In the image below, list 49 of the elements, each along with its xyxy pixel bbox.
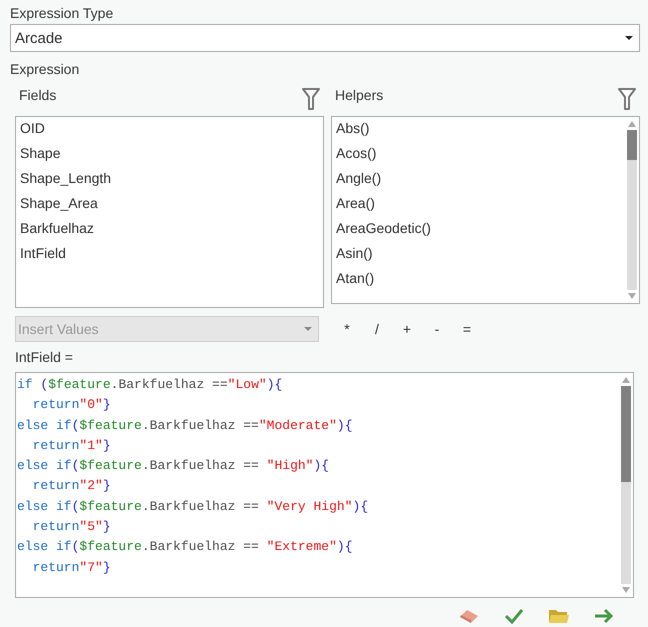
eraser-icon[interactable] [458,608,480,624]
code-line: if ($feature.Barkfuelhaz =="Low"){ [17,376,284,394]
list-item[interactable]: Angle() [336,169,382,188]
filter-icon[interactable] [618,88,636,110]
list-heading: Fields [19,87,56,103]
list-item[interactable]: IntField [20,244,66,263]
scroll-down-icon[interactable] [621,586,631,594]
list-item[interactable]: Atan() [336,269,374,288]
list-item[interactable]: Abs() [336,119,370,138]
list-item[interactable]: Shape [20,144,60,163]
code-line: else if($feature.Barkfuelhaz == "Very High"){ [17,498,368,516]
code-editor[interactable] [15,372,634,598]
list-item[interactable]: OID [20,119,45,138]
list-item[interactable]: Area() [336,194,375,213]
code-line: else if($feature.Barkfuelhaz =="Moderate"){ [17,416,354,435]
operator-button[interactable]: / [364,321,390,337]
arrow-icon[interactable] [594,608,614,624]
operator-button[interactable]: * [334,321,360,337]
list-item[interactable]: Asin() [336,244,373,263]
scroll-down-icon[interactable] [627,292,637,300]
code-line: else if($feature.Barkfuelhaz == "High"){ [17,457,330,476]
operator-button[interactable]: + [394,321,420,337]
section-label: Expression [10,61,80,77]
code-line: return"5"} [32,518,112,536]
code-line: return"1"} [32,436,112,455]
target-label: IntField = [15,349,73,365]
caret-icon [304,327,312,331]
code-line: return"0"} [32,396,112,414]
scrollbar[interactable] [627,130,637,290]
check-icon[interactable] [504,608,524,624]
code-line: return"2"} [32,477,112,496]
caret-icon [625,36,633,40]
scroll-up-icon[interactable] [621,376,631,384]
scroll-up-icon[interactable] [627,120,637,128]
code-line: else if($feature.Barkfuelhaz == "Extreme"){ [17,538,354,556]
list-item[interactable]: AreaGeodetic() [336,219,431,238]
list-heading: Helpers [335,87,384,103]
filter-icon[interactable] [302,88,320,110]
code-line: return"7"} [32,558,112,577]
list-item[interactable]: Acos() [336,144,376,163]
scrollbar[interactable] [621,386,631,584]
folder-icon[interactable] [548,608,570,624]
expression-type-dropdown[interactable]: Arcade [10,24,640,52]
list-item[interactable]: Shape_Length [20,169,112,188]
operator-button[interactable]: = [454,321,480,337]
list-item[interactable]: Barkfuelhaz [20,219,94,238]
operator-button[interactable]: - [424,321,450,337]
list-item[interactable]: Shape_Area [20,194,98,213]
field-label: Expression Type [10,5,114,21]
